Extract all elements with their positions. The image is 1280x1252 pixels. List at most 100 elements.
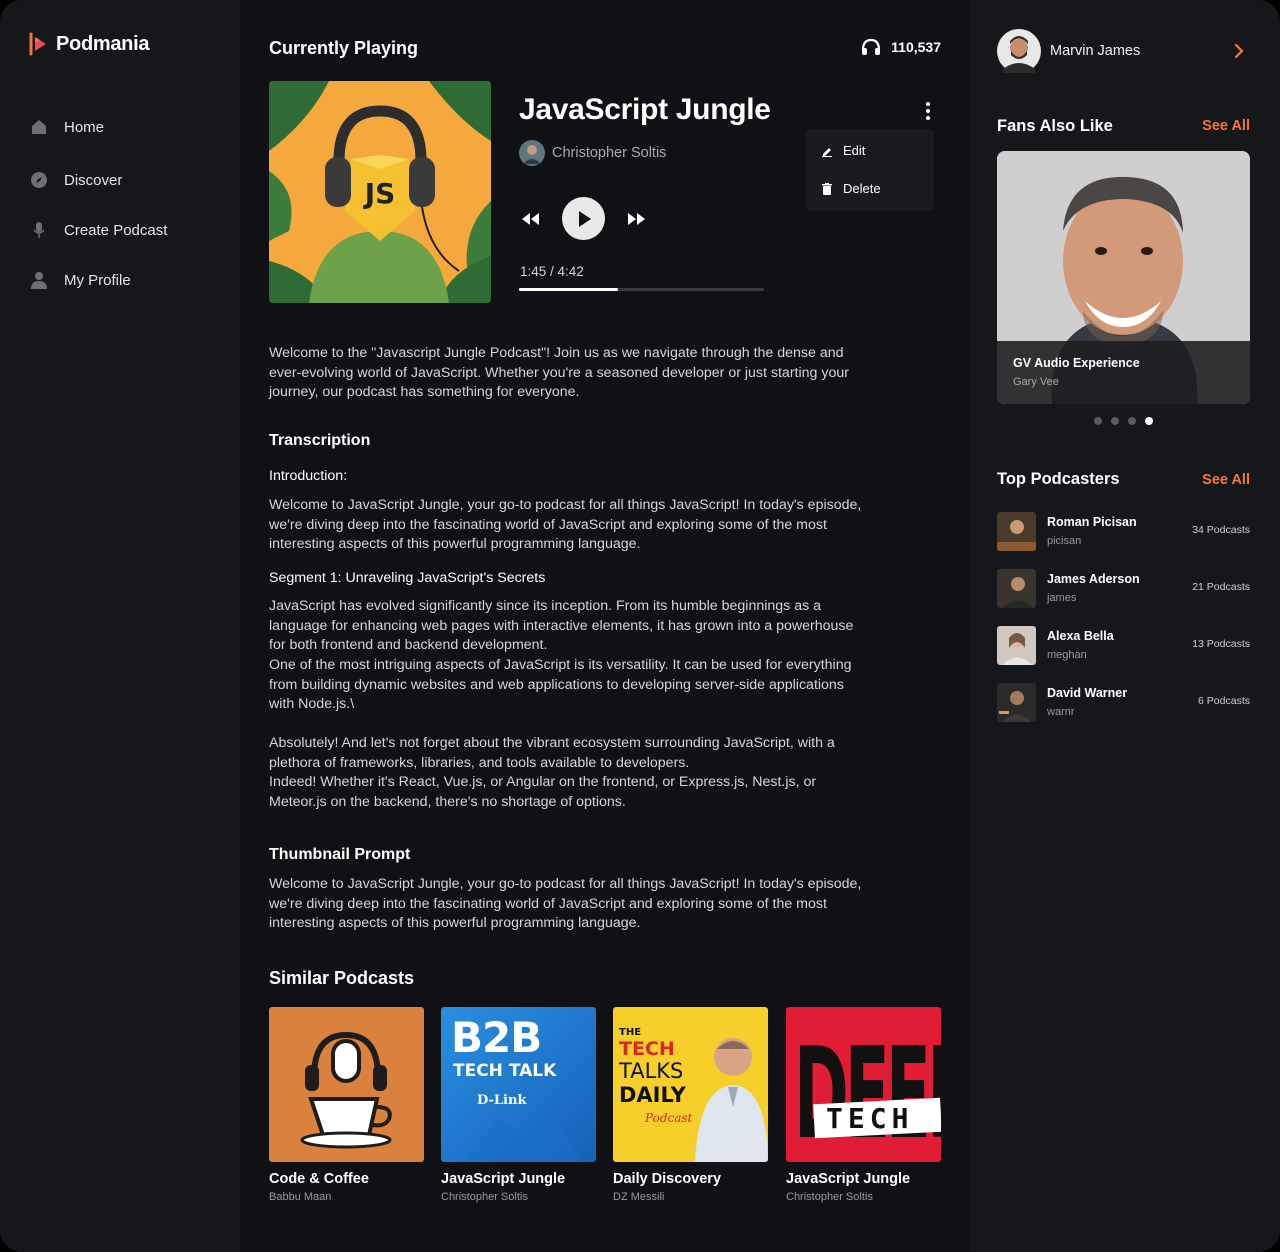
cover-text: B2B	[451, 1013, 542, 1062]
cover-text: Podcast	[645, 1111, 693, 1125]
carousel-dots	[1094, 417, 1153, 425]
top-podcasters-heading: Top Podcasters	[997, 470, 1120, 488]
podcaster-username: meghan	[1047, 649, 1087, 661]
top-podcasters-see-all-link[interactable]: See All	[1202, 472, 1250, 488]
rewind-icon[interactable]	[520, 211, 540, 227]
similar-podcast-card[interactable]: DEEP TECH JavaScript Jungle Christopher …	[786, 1007, 941, 1203]
similar-podcast-title: JavaScript Jungle	[786, 1171, 911, 1187]
fans-see-all-link[interactable]: See All	[1202, 118, 1250, 134]
cover-text: THE	[619, 1027, 642, 1038]
listener-count-value: 110,537	[891, 39, 941, 55]
similar-podcasts-heading: Similar Podcasts	[269, 968, 415, 988]
cover-text: TECH	[619, 1038, 675, 1060]
headphones-icon	[862, 38, 881, 55]
menu-edit[interactable]: Edit	[821, 143, 865, 158]
edit-icon	[822, 147, 832, 157]
segment-paragraph-2: One of the most intriguing aspects of Ja…	[269, 657, 852, 713]
podcaster-row[interactable]: Roman Picisan picisan 34 Podcasts	[997, 512, 1250, 552]
logo[interactable]: Podmania	[28, 32, 149, 56]
nav-create-podcast[interactable]: Create Podcast	[30, 221, 167, 239]
microphone-icon	[30, 221, 48, 239]
cover-text: DEEP	[794, 1021, 941, 1162]
podcast-cover	[269, 1007, 424, 1162]
podcaster-row[interactable]: David Warner warnr 6 Podcasts	[997, 683, 1250, 723]
playback-time: 1:45 / 4:42	[520, 264, 584, 279]
fans-heading: Fans Also Like	[997, 117, 1113, 135]
carousel-dot[interactable]	[1094, 417, 1102, 425]
podcast-cover: B2B TECH TALK D-Link	[441, 1007, 596, 1162]
similar-podcast-author: Christopher Soltis	[786, 1191, 873, 1203]
podcaster-avatar	[997, 626, 1036, 665]
podcaster-count: 6 Podcasts	[1198, 695, 1250, 707]
main-content: Currently Playing 110,537 JS JavaScript …	[240, 0, 970, 1252]
listener-count: 110,537	[861, 38, 941, 56]
segment-paragraph-1: JavaScript has evolved significantly sin…	[269, 598, 854, 654]
menu-delete[interactable]: Delete	[821, 181, 881, 196]
menu-edit-label: Edit	[843, 143, 866, 158]
similar-podcast-title: Daily Discovery	[613, 1171, 722, 1187]
podcaster-name: Alexa Bella	[1047, 629, 1114, 643]
thumbnail-prompt-heading: Thumbnail Prompt	[269, 846, 411, 863]
similar-podcast-card[interactable]: Code & Coffee Babbu Maan	[269, 1007, 424, 1203]
sidebar: Podmania Home Discover Create Podcast My…	[0, 0, 240, 1252]
nav-home[interactable]: Home	[30, 118, 104, 136]
similar-podcast-card[interactable]: THE TECH TALKS DAILY Podcast Daily Disco…	[613, 1007, 768, 1203]
play-button[interactable]	[562, 197, 605, 240]
user-icon	[30, 271, 48, 289]
avatar	[997, 29, 1041, 73]
cover-text: DAILY	[619, 1083, 686, 1107]
carousel-dot-active[interactable]	[1145, 417, 1153, 425]
thumbnail-prompt-text: Welcome to JavaScript Jungle, your go-to…	[269, 876, 862, 932]
segment-heading: Segment 1: Unraveling JavaScript's Secre…	[269, 570, 546, 586]
user-profile[interactable]: Marvin James	[997, 29, 1140, 73]
nav-discover-label: Discover	[64, 171, 123, 189]
logo-icon	[29, 32, 46, 56]
podcast-cover: DEEP TECH	[786, 1007, 941, 1162]
nav-my-profile-label: My Profile	[64, 271, 131, 289]
author-avatar	[519, 140, 545, 166]
featured-podcast-author: Gary Vee	[1013, 376, 1059, 388]
progress-bar[interactable]	[519, 288, 764, 291]
podcaster-avatar	[997, 512, 1036, 551]
similar-podcast-author: DZ Messili	[613, 1191, 665, 1203]
nav-create-podcast-label: Create Podcast	[64, 221, 168, 239]
carousel-dot[interactable]	[1111, 417, 1119, 425]
podcast-artwork: JS	[269, 81, 491, 303]
trash-icon	[822, 182, 832, 195]
podcaster-row[interactable]: Alexa Bella meghan 13 Podcasts	[997, 626, 1250, 666]
currently-playing-heading: Currently Playing	[269, 38, 419, 58]
podcast-title: JavaScript Jungle	[519, 93, 771, 126]
cover-text: TALKS	[619, 1059, 684, 1083]
chevron-right-icon[interactable]	[1234, 43, 1244, 64]
segment-paragraph-4: Indeed! Whether it's React, Vue.js, or A…	[269, 774, 817, 810]
nav-my-profile[interactable]: My Profile	[30, 271, 131, 289]
podcaster-username: warnr	[1047, 706, 1075, 718]
progress-fill	[519, 288, 619, 291]
fast-forward-icon[interactable]	[627, 211, 647, 227]
segment-paragraph-3: Absolutely! And let's not forget about t…	[269, 735, 835, 771]
featured-podcast-card[interactable]: GV Audio Experience Gary Vee	[997, 151, 1250, 404]
logo-text: Podmania	[56, 32, 150, 55]
podcaster-name: Roman Picisan	[1047, 515, 1137, 529]
carousel-dot[interactable]	[1128, 417, 1136, 425]
artwork-js-text: JS	[363, 177, 396, 210]
more-options-icon[interactable]	[924, 101, 932, 121]
podcast-description: Welcome to the "Javascript Jungle Podcas…	[269, 345, 849, 401]
cover-text: TECH	[826, 1102, 914, 1135]
cover-text: D-Link	[477, 1093, 527, 1108]
intro-text: Welcome to JavaScript Jungle, your go-to…	[269, 497, 862, 553]
podcaster-name: David Warner	[1047, 686, 1128, 700]
featured-podcast-title: GV Audio Experience	[1013, 356, 1140, 370]
similar-podcast-title: JavaScript Jungle	[441, 1171, 566, 1187]
nav-discover[interactable]: Discover	[30, 171, 122, 189]
podcaster-count: 13 Podcasts	[1192, 638, 1250, 650]
similar-podcast-author: Babbu Maan	[269, 1191, 332, 1203]
transcription-heading: Transcription	[269, 432, 371, 449]
podcaster-username: picisan	[1047, 535, 1082, 547]
menu-delete-label: Delete	[843, 181, 881, 196]
podcaster-username: james	[1047, 592, 1077, 604]
similar-podcast-card[interactable]: B2B TECH TALK D-Link JavaScript Jungle C…	[441, 1007, 596, 1203]
podcaster-row[interactable]: James Aderson james 21 Podcasts	[997, 569, 1250, 609]
podcast-author[interactable]: Christopher Soltis	[519, 140, 666, 166]
home-icon	[30, 118, 48, 136]
